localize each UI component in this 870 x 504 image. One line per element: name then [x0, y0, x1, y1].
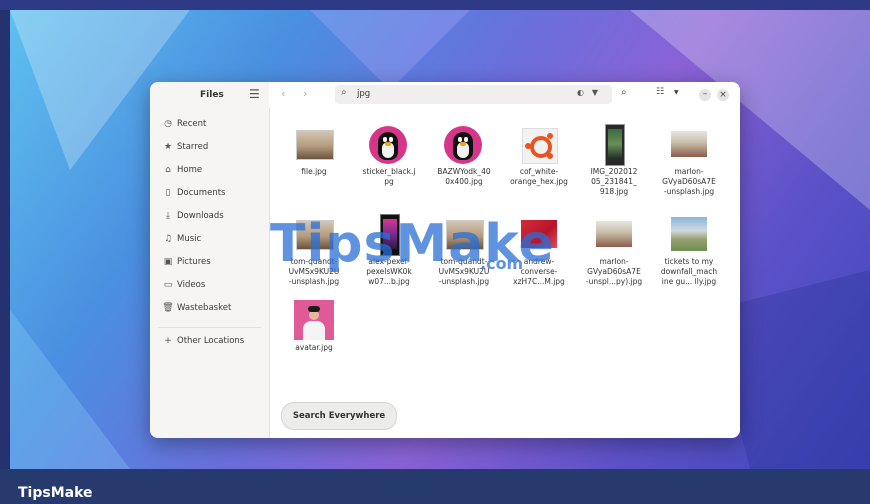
watermark-suffix: .com	[480, 254, 524, 273]
file-name: file.jpg	[301, 167, 327, 176]
file-name: tickets to my downfall_mach ine gu... ll…	[660, 257, 718, 286]
document-icon: ▯	[165, 188, 171, 198]
sidebar-item-other-locations[interactable]: + Other Locations	[162, 331, 244, 351]
tux-icon	[367, 124, 411, 164]
file-name: sticker_black.j pg	[362, 167, 416, 186]
search-query[interactable]: jpg	[357, 89, 370, 99]
sidebar-item-label: Documents	[177, 188, 226, 198]
sidebar-item-recent[interactable]: ◷ Recent	[162, 114, 206, 134]
file-thumbnail	[292, 300, 336, 340]
file-thumbnail	[592, 214, 636, 254]
download-icon: ⤓	[166, 211, 170, 221]
sidebar-item-label: Videos	[177, 280, 206, 290]
picture-icon: ▣	[163, 257, 173, 267]
file-thumbnail	[292, 124, 336, 164]
clock-icon: ◷	[164, 119, 172, 129]
trash-icon: 🗑	[162, 303, 174, 313]
file-item[interactable]: cof_white- orange_hex.jpg	[501, 124, 577, 187]
tag-icon[interactable]: ◐	[577, 88, 584, 97]
sidebar-item-label: Recent	[177, 119, 207, 129]
search-field[interactable]: ⌕ jpg ◐ ▼	[335, 85, 612, 104]
sidebar-item-label: Downloads	[177, 211, 224, 221]
file-item[interactable]: file.jpg	[276, 124, 352, 177]
sidebar-item-music[interactable]: ♫ Music	[162, 229, 201, 249]
search-icon: ⌕	[341, 87, 347, 98]
hamburger-menu-icon[interactable]: ☰	[249, 87, 260, 101]
sidebar-item-home[interactable]: ⌂ Home	[162, 160, 202, 180]
home-icon: ⌂	[165, 165, 171, 175]
file-item[interactable]: sticker_black.j pg	[351, 124, 427, 187]
sidebar: Files ☰ ◷ Recent ★ Starred ⌂ Home ▯ Docu…	[150, 82, 270, 438]
sidebar-item-label: Pictures	[177, 257, 211, 267]
file-name: avatar.jpg	[295, 343, 333, 352]
file-item[interactable]: tickets to my downfall_mach ine gu... ll…	[651, 214, 727, 287]
view-options-icon[interactable]: ☷	[656, 87, 664, 97]
star-icon: ★	[163, 142, 173, 152]
file-thumbnail	[592, 124, 636, 166]
sidebar-item-label: Other Locations	[177, 336, 245, 346]
video-icon: ▭	[163, 280, 173, 290]
sidebar-item-label: Starred	[177, 142, 209, 152]
sidebar-item-starred[interactable]: ★ Starred	[162, 137, 208, 157]
app-title: Files	[200, 90, 224, 100]
footer-bar	[0, 469, 870, 504]
sidebar-item-videos[interactable]: ▭ Videos	[162, 275, 206, 295]
sidebar-header: Files ☰	[150, 82, 269, 108]
sidebar-item-pictures[interactable]: ▣ Pictures	[162, 252, 211, 272]
sidebar-item-label: Home	[177, 165, 203, 175]
minimize-button[interactable]: –	[699, 89, 711, 101]
search-toggle-button[interactable]: ⌕	[621, 87, 627, 98]
file-name: BAZWYodk_40 0x400.jpg	[437, 167, 491, 186]
file-thumbnail	[667, 214, 711, 254]
file-item[interactable]: BAZWYodk_40 0x400.jpg	[426, 124, 502, 187]
file-name: cof_white- orange_hex.jpg	[510, 167, 568, 186]
back-button[interactable]: ‹	[281, 87, 285, 100]
file-thumbnail	[667, 124, 711, 164]
file-name: marlon- GVyaD60sA7E -unspl...py).jpg	[585, 257, 643, 286]
sidebar-separator	[158, 327, 261, 328]
forward-button[interactable]: ›	[303, 87, 307, 100]
ubuntu-logo-icon	[517, 124, 561, 164]
plus-icon: +	[164, 336, 172, 346]
file-name: IMG_202012 05_231841_ 918.jpg	[590, 167, 638, 196]
sidebar-item-label: Music	[177, 234, 202, 244]
sidebar-item-documents[interactable]: ▯ Documents	[162, 183, 226, 203]
tux-icon	[442, 124, 486, 164]
screen-top-bar	[0, 0, 870, 10]
file-item[interactable]: marlon- GVyaD60sA7E -unsplash.jpg	[651, 124, 727, 197]
music-icon: ♫	[163, 234, 173, 244]
sidebar-item-wastebasket[interactable]: 🗑 Wastebasket	[162, 298, 231, 318]
footer-brand: TipsMake	[18, 485, 93, 501]
header-bar: ‹ › ⌕ jpg ◐ ▼ ⌕ ☷ ▼ – ×	[269, 82, 740, 108]
file-item[interactable]: IMG_202012 05_231841_ 918.jpg	[576, 124, 652, 197]
search-everywhere-button[interactable]: Search Everywhere	[281, 402, 397, 430]
close-button[interactable]: ×	[717, 89, 729, 101]
sidebar-item-downloads[interactable]: ⤓ Downloads	[162, 206, 224, 226]
sidebar-item-label: Wastebasket	[177, 303, 232, 313]
file-name: marlon- GVyaD60sA7E -unsplash.jpg	[662, 167, 716, 196]
chevron-down-icon[interactable]: ▼	[674, 89, 679, 96]
file-item[interactable]: avatar.jpg	[276, 300, 352, 353]
filter-icon[interactable]: ▼	[592, 88, 598, 97]
file-item[interactable]: marlon- GVyaD60sA7E -unspl...py).jpg	[576, 214, 652, 287]
